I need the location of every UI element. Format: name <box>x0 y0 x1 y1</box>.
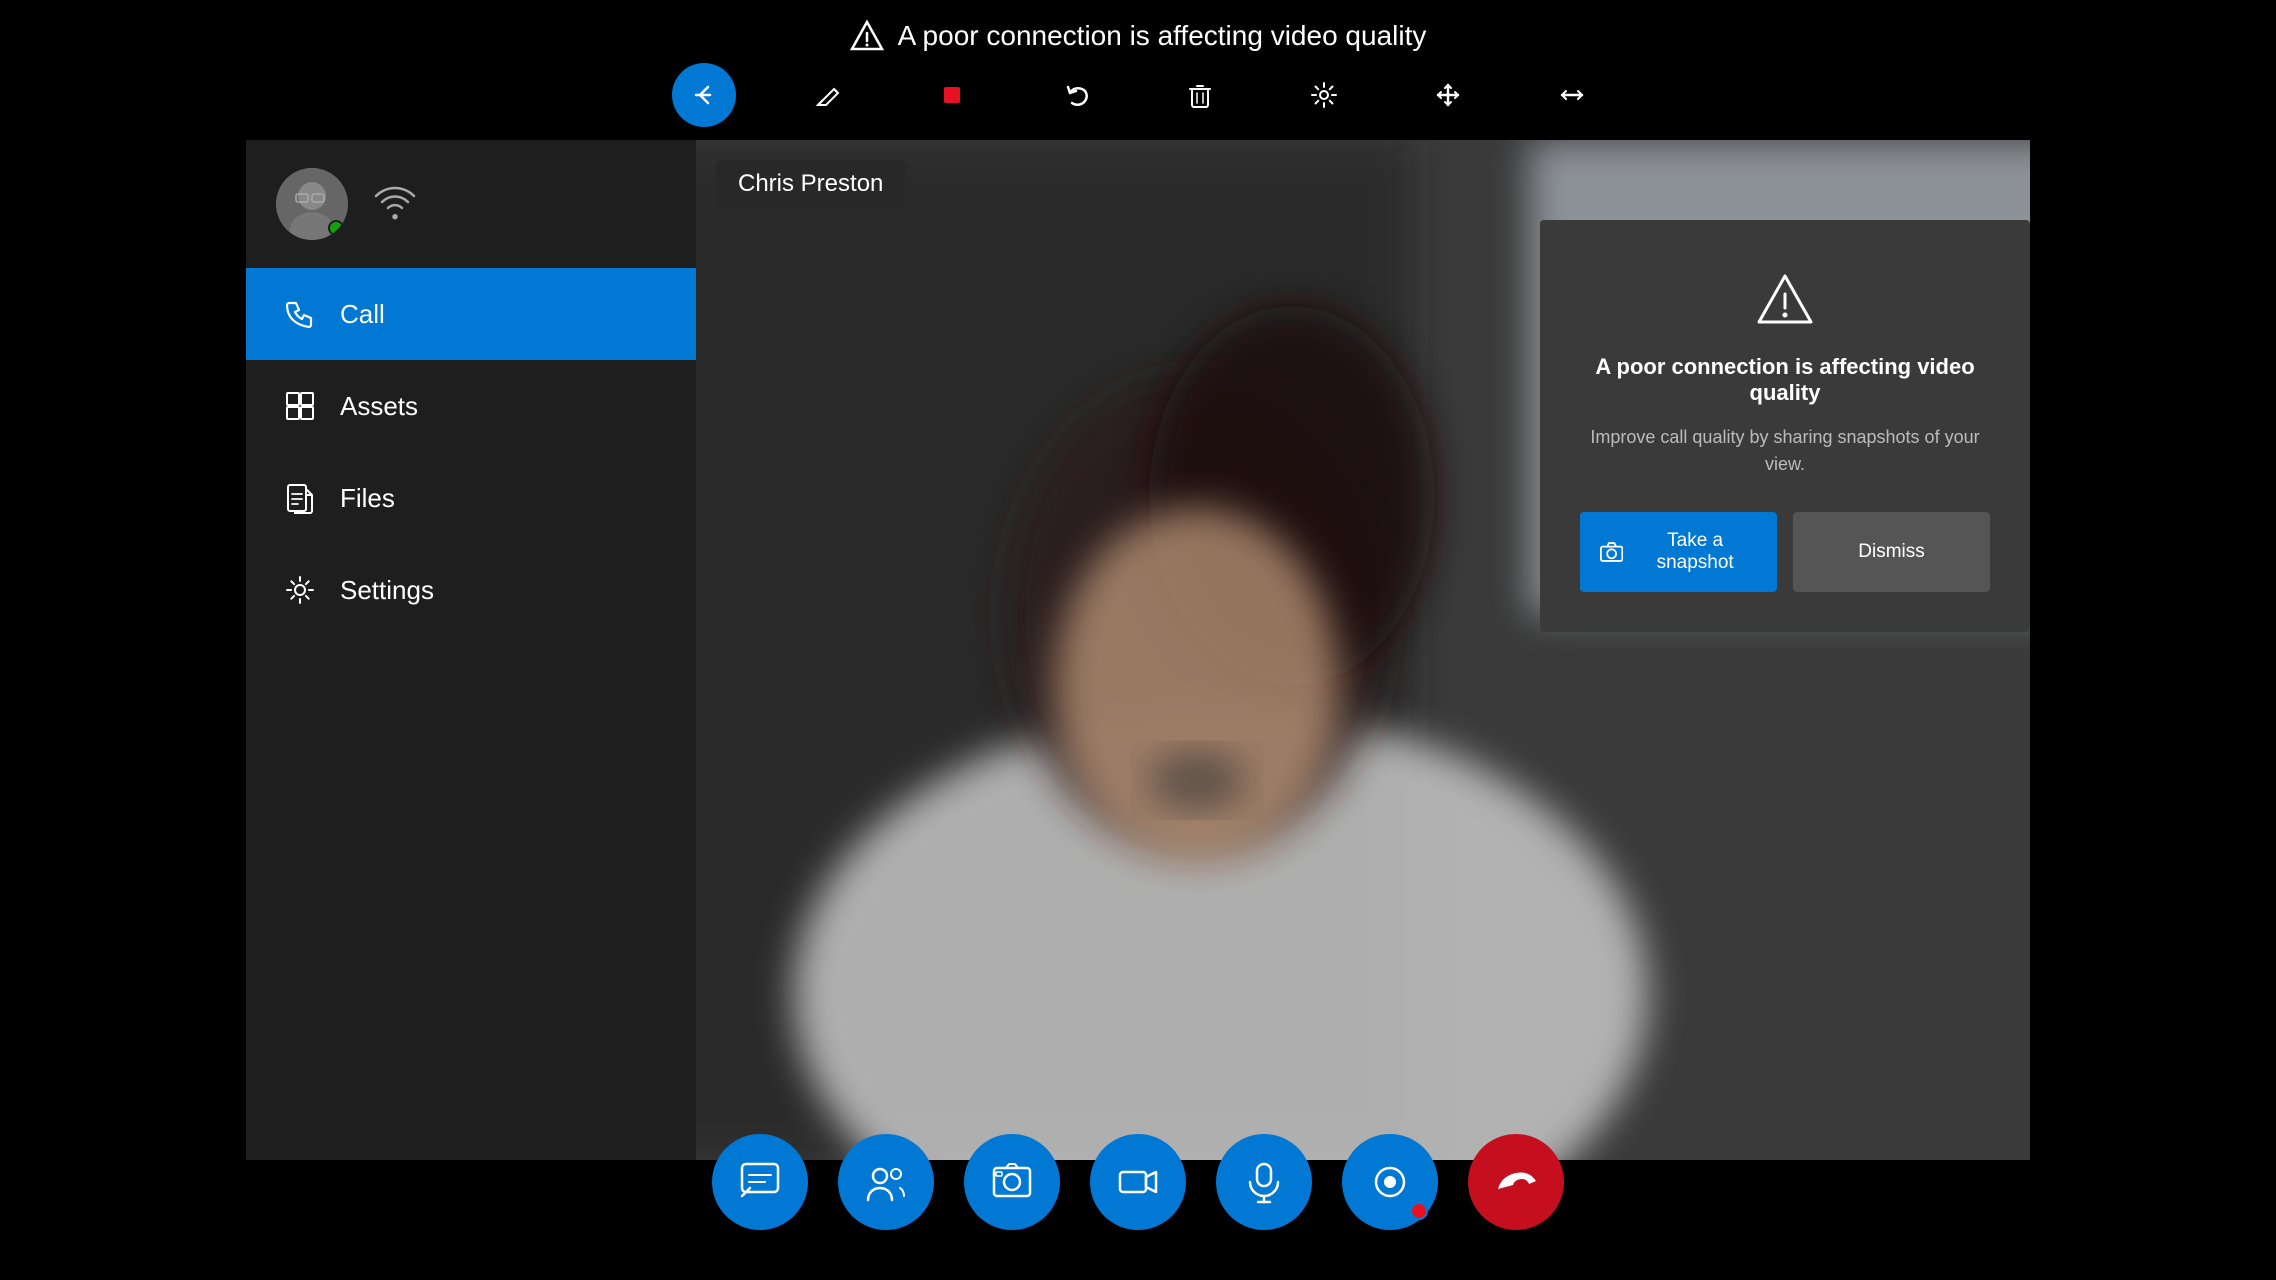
online-status-dot <box>328 220 344 236</box>
participants-button[interactable] <box>838 1134 934 1230</box>
bottom-controls <box>0 1134 2276 1230</box>
video-area: Chris Preston A poor connection is affec… <box>696 140 2030 1160</box>
microphone-button[interactable] <box>1216 1134 1312 1230</box>
undo-button[interactable] <box>1044 63 1108 127</box>
files-label: Files <box>340 483 395 514</box>
record-active-dot <box>1410 1202 1428 1220</box>
assets-label: Assets <box>340 391 418 422</box>
assets-icon <box>282 388 318 424</box>
video-feed: Chris Preston A poor connection is affec… <box>696 140 2030 1160</box>
screenshot-button[interactable] <box>964 1134 1060 1230</box>
sidebar-item-settings[interactable]: Settings <box>246 544 696 636</box>
main-content: Call Assets <box>246 140 2030 1160</box>
dialog-subtitle: Improve call quality by sharing snapshot… <box>1580 424 1990 478</box>
avatar <box>276 168 348 240</box>
sidebar-nav: Call Assets <box>246 268 696 1160</box>
settings-label: Settings <box>340 575 434 606</box>
connection-dialog: A poor connection is affecting video qua… <box>1540 220 2030 632</box>
delete-button[interactable] <box>1168 63 1232 127</box>
dialog-buttons: Take a snapshot Dismiss <box>1580 512 1990 592</box>
call-label: Call <box>340 299 385 330</box>
sidebar-item-call[interactable]: Call <box>246 268 696 360</box>
top-warning-text: A poor connection is affecting video qua… <box>898 20 1427 52</box>
caller-name-text: Chris Preston <box>738 170 883 197</box>
call-icon <box>282 296 318 332</box>
stop-button[interactable] <box>920 63 984 127</box>
toolbar <box>0 55 2276 135</box>
dialog-warning-icon <box>1755 270 1815 330</box>
settings-toolbar-button[interactable] <box>1292 63 1356 127</box>
record-button[interactable] <box>1342 1134 1438 1230</box>
dismiss-button[interactable]: Dismiss <box>1793 512 1990 592</box>
wifi-icon <box>372 186 418 222</box>
settings-icon <box>282 572 318 608</box>
sidebar-item-files[interactable]: Files <box>246 452 696 544</box>
snapshot-button-label: Take a snapshot <box>1633 530 1757 574</box>
pen-tool-button[interactable] <box>796 63 860 127</box>
move-button[interactable] <box>1416 63 1480 127</box>
chat-button[interactable] <box>712 1134 808 1230</box>
video-button[interactable] <box>1090 1134 1186 1230</box>
caller-name-badge: Chris Preston <box>716 160 905 208</box>
dialog-title: A poor connection is affecting video qua… <box>1580 354 1990 406</box>
dismiss-button-label: Dismiss <box>1858 541 1925 562</box>
warning-icon <box>850 19 884 53</box>
sidebar-header <box>246 140 696 268</box>
end-call-button[interactable] <box>1468 1134 1564 1230</box>
files-icon <box>282 480 318 516</box>
sidebar-item-assets[interactable]: Assets <box>246 360 696 452</box>
take-snapshot-button[interactable]: Take a snapshot <box>1580 512 1777 592</box>
sidebar: Call Assets <box>246 140 696 1160</box>
expand-button[interactable] <box>1540 63 1604 127</box>
back-button[interactable] <box>672 63 736 127</box>
